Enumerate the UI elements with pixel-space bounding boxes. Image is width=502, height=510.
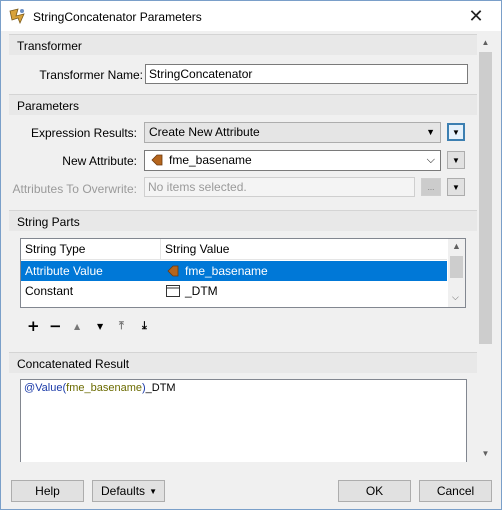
column-header-string-value[interactable]: String Value: [161, 239, 447, 260]
scroll-thumb[interactable]: [479, 52, 492, 344]
section-title: Concatenated Result: [17, 357, 130, 371]
window-title: StringConcatenator Parameters: [33, 10, 202, 24]
section-title: Parameters: [17, 99, 80, 113]
scroll-up-icon[interactable]: ▲: [452, 241, 461, 251]
scroll-down-icon[interactable]: ▼: [477, 445, 494, 462]
dialog-scrollbar[interactable]: ▲ ▼: [477, 34, 494, 462]
attributes-to-overwrite-input[interactable]: No items selected.: [144, 177, 415, 197]
transformer-name-input[interactable]: StringConcatenator: [145, 64, 468, 84]
scroll-down-icon[interactable]: ⌵: [452, 292, 459, 303]
string-type-cell: Attribute Value: [25, 264, 103, 278]
transformer-section-header[interactable]: Transformer: [9, 34, 477, 55]
constant-icon: [166, 285, 180, 297]
string-value-cell: fme_basename: [185, 264, 268, 278]
attributes-to-overwrite-browse-button[interactable]: ...: [421, 178, 441, 196]
dialog-window: StringConcatenator Parameters ✕ Transfor…: [0, 0, 502, 510]
new-attribute-value: fme_basename: [169, 153, 252, 167]
title-bar: StringConcatenator Parameters ✕: [1, 1, 501, 31]
parameters-content: Transformer Transformer Name: StringConc…: [9, 34, 477, 462]
chevron-down-icon: ⌵: [426, 154, 435, 166]
fme-app-icon: [9, 8, 25, 24]
move-up-icon[interactable]: ▲: [74, 322, 80, 331]
add-row-icon[interactable]: +: [27, 317, 40, 335]
string-type-cell: Constant: [25, 284, 74, 298]
string-value-cell: _DTM: [185, 284, 218, 298]
move-down-icon[interactable]: ▼: [97, 322, 103, 331]
attribute-icon: [151, 154, 163, 166]
value-function-open: @Value(: [24, 382, 67, 394]
new-attribute-label: New Attribute:: [62, 154, 137, 168]
chevron-down-icon: ▼: [426, 127, 435, 137]
scroll-thumb[interactable]: [450, 256, 463, 278]
table-row[interactable]: Attribute Value fme_basename: [21, 261, 447, 281]
scroll-up-icon[interactable]: ▲: [477, 34, 494, 51]
attribute-icon: [167, 265, 179, 277]
attributes-to-overwrite-label: Attributes To Overwrite:: [12, 182, 138, 196]
help-button[interactable]: Help: [11, 480, 84, 502]
expression-results-label: Expression Results:: [30, 126, 137, 140]
result-suffix: _DTM: [145, 382, 176, 394]
section-title: String Parts: [17, 215, 80, 229]
remove-row-icon[interactable]: −: [49, 317, 62, 335]
defaults-button[interactable]: Defaults ▼: [92, 480, 165, 502]
move-to-top-icon[interactable]: ⤒: [119, 319, 124, 333]
help-button-label: Help: [35, 484, 60, 498]
move-to-bottom-icon[interactable]: ⤓: [142, 319, 147, 333]
parameters-section-header[interactable]: Parameters: [9, 94, 477, 115]
chevron-down-icon: ▼: [452, 127, 460, 137]
ok-button[interactable]: OK: [338, 480, 411, 502]
transformer-name-label: Transformer Name:: [39, 68, 143, 82]
cancel-button[interactable]: Cancel: [419, 480, 492, 502]
chevron-down-icon: ▼: [452, 155, 460, 165]
ellipsis-icon: ...: [427, 182, 435, 192]
string-parts-scrollbar[interactable]: ▲ ⌵: [448, 239, 465, 307]
section-title: Transformer: [17, 39, 82, 53]
expression-results-select[interactable]: Create New Attribute ▼: [144, 122, 441, 143]
string-parts-section-header[interactable]: String Parts: [9, 210, 477, 231]
expression-results-options-button[interactable]: ▼: [447, 123, 465, 141]
chevron-down-icon: ▼: [452, 182, 460, 192]
close-icon: ✕: [468, 5, 484, 27]
cancel-button-label: Cancel: [436, 484, 475, 498]
column-header-string-type[interactable]: String Type: [21, 239, 161, 260]
new-attribute-select[interactable]: fme_basename ⌵: [144, 150, 441, 171]
chevron-down-icon: ▼: [149, 486, 157, 496]
concatenated-result-section-header[interactable]: Concatenated Result: [9, 352, 477, 373]
ok-button-label: OK: [365, 484, 384, 498]
concatenated-result-editor[interactable]: @Value(fme_basename)_DTM: [20, 379, 467, 462]
attributes-to-overwrite-options-button[interactable]: ▼: [447, 178, 465, 196]
table-row[interactable]: Constant _DTM: [21, 281, 447, 301]
new-attribute-options-button[interactable]: ▼: [447, 151, 465, 169]
close-button[interactable]: ✕: [453, 1, 499, 31]
value-function-attribute: fme_basename: [66, 382, 142, 394]
expression-results-value: Create New Attribute: [149, 125, 260, 139]
string-parts-table[interactable]: String Type String Value Attribute Value…: [20, 238, 466, 308]
defaults-button-label: Defaults: [101, 484, 146, 498]
